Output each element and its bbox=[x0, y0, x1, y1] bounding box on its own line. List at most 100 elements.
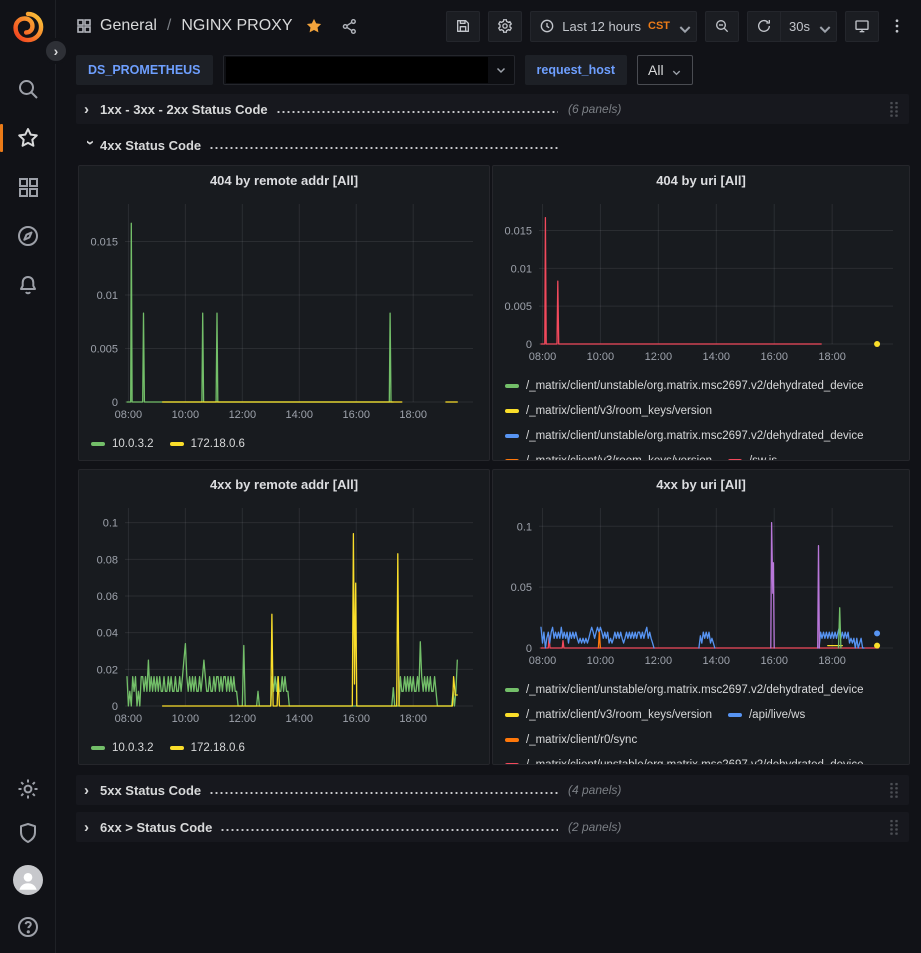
svg-text:16:00: 16:00 bbox=[342, 713, 370, 725]
timeseries-plot[interactable]: 08:0010:0012:0014:0016:0018:0000.0050.01… bbox=[79, 194, 489, 429]
panels-grid: 404 by remote addr [All] 08:0010:0012:00… bbox=[78, 165, 909, 765]
timeseries-plot[interactable]: 08:0010:0012:0014:0016:0018:0000.050.1 bbox=[493, 498, 909, 675]
row-panel-count: (6 panels) bbox=[568, 102, 621, 116]
sidebar-item-dashboards[interactable] bbox=[16, 175, 40, 199]
row-6xx-status-code[interactable]: › 6xx > Status Code (2 panels) bbox=[76, 812, 909, 842]
legend-label: /_matrix/client/v3/room_keys/version bbox=[526, 455, 712, 461]
legend-item[interactable]: /_matrix/client/unstable/org.matrix.msc2… bbox=[505, 423, 864, 448]
panel-404-by-remote-addr: 404 by remote addr [All] 08:0010:0012:00… bbox=[78, 165, 490, 461]
legend-swatch bbox=[170, 442, 184, 446]
share-icon[interactable] bbox=[341, 18, 358, 35]
panel-legend: /_matrix/client/unstable/org.matrix.msc2… bbox=[493, 675, 909, 764]
legend-item[interactable]: 10.0.3.2 bbox=[91, 735, 154, 760]
tv-mode-button[interactable] bbox=[845, 11, 879, 42]
sidebar-item-server-admin[interactable] bbox=[16, 821, 40, 845]
chevron-right-icon: › bbox=[84, 102, 100, 117]
sidebar-item-starred[interactable] bbox=[16, 126, 40, 150]
svg-text:0.01: 0.01 bbox=[97, 290, 118, 302]
favorite-star-icon[interactable] bbox=[305, 17, 323, 35]
svg-text:0: 0 bbox=[112, 397, 118, 409]
svg-text:0.06: 0.06 bbox=[97, 591, 118, 603]
legend-item[interactable]: /_matrix/client/unstable/org.matrix.msc2… bbox=[505, 677, 864, 702]
legend-label: /_matrix/client/unstable/org.matrix.msc2… bbox=[526, 430, 864, 442]
panel-title[interactable]: 404 by uri [All] bbox=[493, 166, 909, 194]
sidebar-item-explore[interactable] bbox=[16, 224, 40, 248]
refresh-interval-dropdown[interactable]: 30s bbox=[781, 11, 837, 42]
sidebar-item-alerting[interactable] bbox=[16, 273, 40, 297]
time-range-label: Last 12 hours bbox=[562, 19, 641, 34]
panel-title[interactable]: 404 by remote addr [All] bbox=[79, 166, 489, 194]
chevron-down-icon bbox=[671, 65, 682, 76]
row-4xx-status-code[interactable]: › 4xx Status Code bbox=[76, 131, 909, 159]
row-5xx-status-code[interactable]: › 5xx Status Code (4 panels) bbox=[76, 775, 909, 805]
svg-text:0.02: 0.02 bbox=[97, 664, 118, 676]
svg-text:0.015: 0.015 bbox=[504, 225, 532, 237]
legend-item[interactable]: /_matrix/client/unstable/org.matrix.msc2… bbox=[505, 752, 864, 764]
legend-item[interactable]: /_matrix/client/v3/room_keys/version bbox=[505, 398, 712, 423]
variables-bar: DS_PROMETHEUS request_host All bbox=[56, 52, 921, 88]
panel-title[interactable]: 4xx by uri [All] bbox=[493, 470, 909, 498]
more-options-kebab[interactable] bbox=[887, 11, 907, 42]
legend-item[interactable]: 172.18.0.6 bbox=[170, 431, 245, 456]
svg-text:08:00: 08:00 bbox=[529, 655, 557, 667]
variable-value-request-host[interactable]: All bbox=[637, 55, 693, 85]
row-drag-handle[interactable] bbox=[889, 101, 899, 117]
legend-swatch bbox=[505, 409, 519, 413]
sidebar-expand-button[interactable]: › bbox=[43, 38, 69, 64]
timeseries-plot[interactable]: 08:0010:0012:0014:0016:0018:0000.020.040… bbox=[79, 498, 489, 733]
help-icon[interactable] bbox=[16, 915, 40, 939]
legend-item[interactable]: 172.18.0.6 bbox=[170, 735, 245, 760]
legend-item[interactable]: 10.0.3.2 bbox=[91, 431, 154, 456]
legend-item[interactable]: /_matrix/client/r0/sync bbox=[505, 727, 637, 752]
legend-swatch bbox=[505, 688, 519, 692]
dots-leader bbox=[209, 146, 558, 150]
legend-swatch bbox=[505, 713, 519, 717]
row-panel-count: (4 panels) bbox=[568, 783, 621, 797]
timezone-label: CST bbox=[648, 20, 670, 32]
breadcrumb: General / NGINX PROXY bbox=[100, 17, 293, 35]
panel-4xx-by-remote-addr: 4xx by remote addr [All] 08:0010:0012:00… bbox=[78, 469, 490, 765]
legend-label: /_matrix/client/unstable/org.matrix.msc2… bbox=[526, 684, 864, 696]
legend-item[interactable]: /_matrix/client/unstable/org.matrix.msc2… bbox=[505, 373, 864, 398]
svg-text:08:00: 08:00 bbox=[529, 351, 557, 363]
row-panel-count: (2 panels) bbox=[568, 820, 621, 834]
dashboard-settings-button[interactable] bbox=[488, 11, 522, 42]
sidebar-item-configuration[interactable] bbox=[16, 777, 40, 801]
legend-item[interactable]: /sw.js bbox=[728, 448, 777, 460]
save-dashboard-button[interactable] bbox=[446, 11, 480, 42]
refresh-button[interactable] bbox=[747, 11, 781, 42]
svg-text:0: 0 bbox=[112, 701, 118, 713]
svg-text:16:00: 16:00 bbox=[760, 351, 788, 363]
timeseries-plot[interactable]: 08:0010:0012:0014:0016:0018:0000.0050.01… bbox=[493, 194, 909, 371]
row-drag-handle[interactable] bbox=[889, 819, 899, 835]
panel-title[interactable]: 4xx by remote addr [All] bbox=[79, 470, 489, 498]
svg-text:10:00: 10:00 bbox=[172, 409, 200, 421]
row-drag-handle[interactable] bbox=[889, 782, 899, 798]
row-1xx-3xx-2xx-status-code[interactable]: › 1xx - 3xx - 2xx Status Code (6 panels) bbox=[76, 94, 909, 124]
legend-label: 172.18.0.6 bbox=[191, 742, 245, 754]
svg-text:14:00: 14:00 bbox=[286, 713, 314, 725]
grafana-logo[interactable] bbox=[11, 10, 45, 44]
legend-item[interactable]: /_matrix/client/v3/room_keys/version bbox=[505, 702, 712, 727]
breadcrumb-folder[interactable]: General bbox=[100, 17, 157, 35]
breadcrumb-dashboard-title[interactable]: NGINX PROXY bbox=[181, 17, 292, 35]
legend-swatch bbox=[505, 434, 519, 438]
svg-text:16:00: 16:00 bbox=[760, 655, 788, 667]
user-avatar[interactable] bbox=[13, 865, 43, 895]
time-range-picker[interactable]: Last 12 hours CST bbox=[530, 11, 697, 42]
legend-item[interactable]: /_matrix/client/v3/room_keys/version bbox=[505, 448, 712, 460]
legend-label: /api/live/ws bbox=[749, 709, 805, 721]
zoom-out-time-button[interactable] bbox=[705, 11, 739, 42]
legend-swatch bbox=[505, 384, 519, 388]
variable-value-ds-prometheus[interactable] bbox=[223, 55, 515, 85]
svg-text:12:00: 12:00 bbox=[229, 713, 257, 725]
svg-text:08:00: 08:00 bbox=[115, 409, 143, 421]
panel-legend: 10.0.3.2 172.18.0.6 bbox=[79, 733, 489, 764]
legend-label: /_matrix/client/unstable/org.matrix.msc2… bbox=[526, 759, 864, 765]
svg-text:10:00: 10:00 bbox=[172, 713, 200, 725]
search-icon[interactable] bbox=[16, 77, 40, 101]
legend-label: /_matrix/client/v3/room_keys/version bbox=[526, 405, 712, 417]
legend-label: 10.0.3.2 bbox=[112, 742, 154, 754]
svg-text:10:00: 10:00 bbox=[587, 655, 615, 667]
legend-item[interactable]: /api/live/ws bbox=[728, 702, 805, 727]
